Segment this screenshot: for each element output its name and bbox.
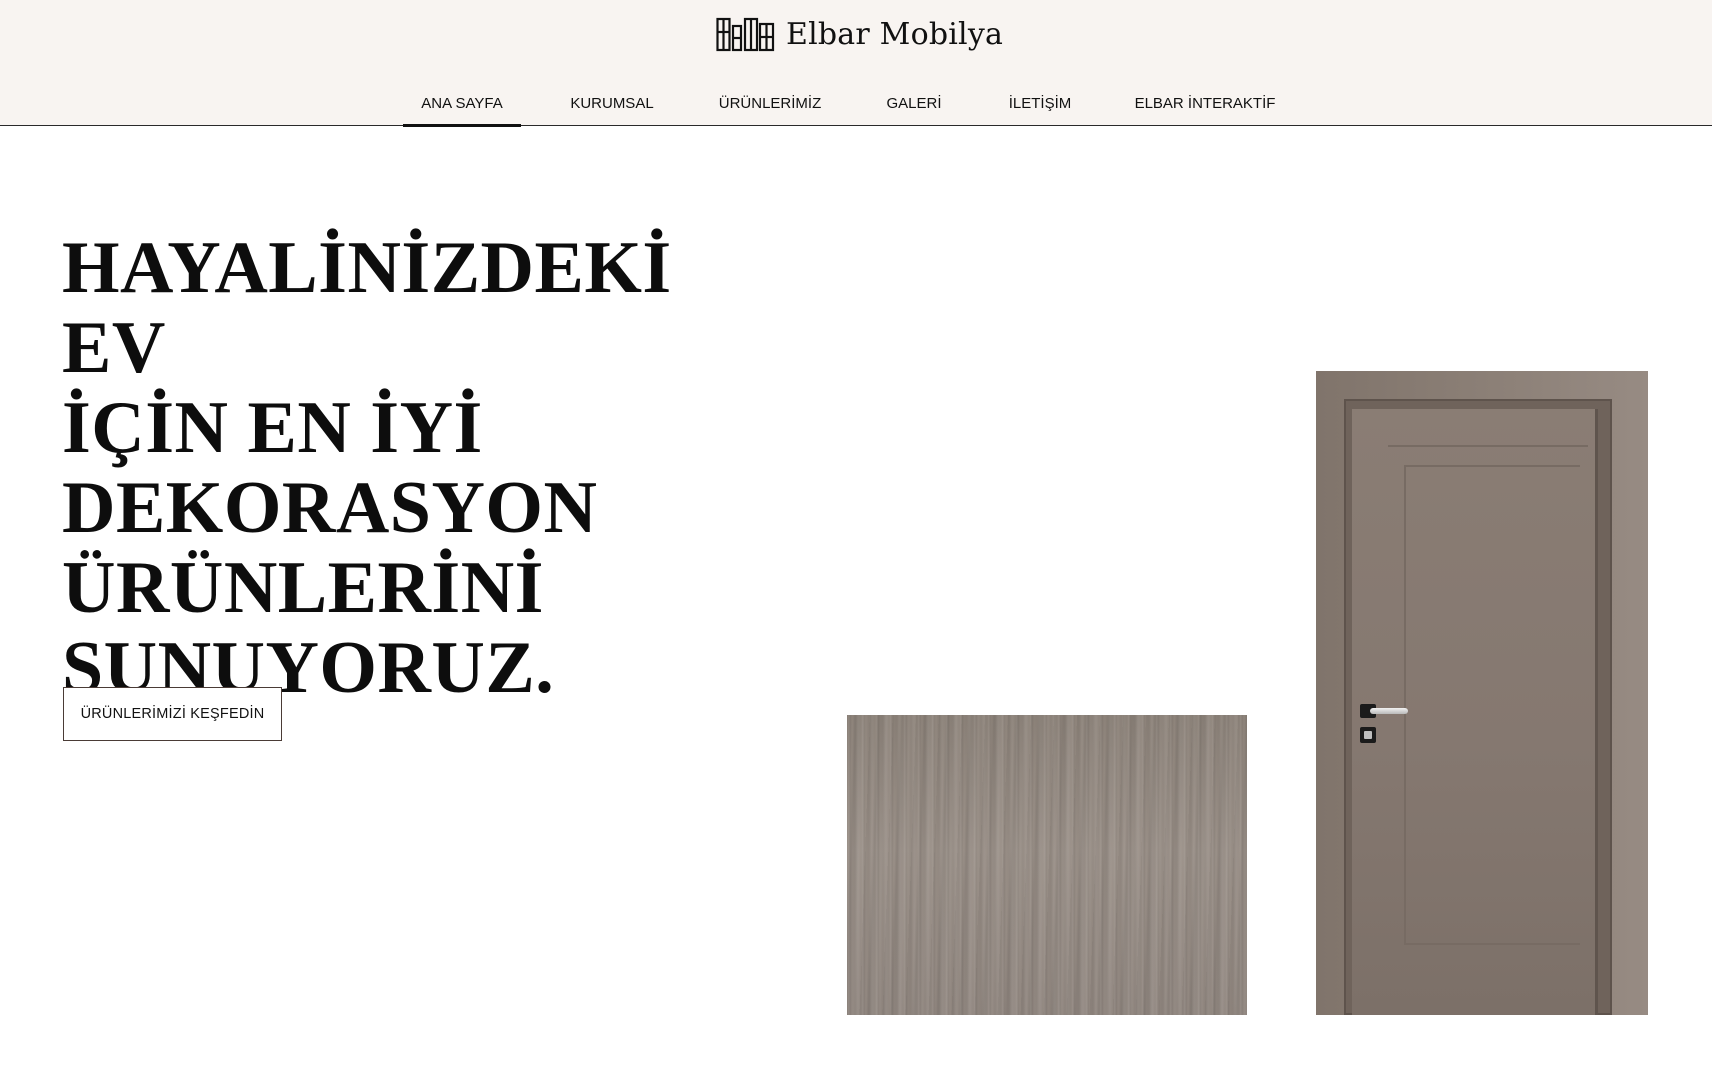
site-header: Elbar Mobilya ANA SAYFA KURUMSAL ÜRÜNLER… xyxy=(0,0,1712,127)
nav-item-iletisim[interactable]: İLETİŞİM xyxy=(1003,84,1077,126)
door-frame xyxy=(1344,399,1612,1015)
hero-title-line: DEKORASYON xyxy=(62,467,598,549)
explore-products-button[interactable]: ÜRÜNLERİMİZİ KEŞFEDİN xyxy=(63,687,282,741)
interior-door-image xyxy=(1316,371,1648,1015)
main-nav: ANA SAYFA KURUMSAL ÜRÜNLERİMİZ GALERİ İL… xyxy=(0,84,1712,127)
nav-item-elbar-interaktif[interactable]: ELBAR İNTERAKTİF xyxy=(1132,84,1278,126)
nav-item-urunlerimiz[interactable]: ÜRÜNLERİMİZ xyxy=(712,84,828,126)
hero-title-line: ÜRÜNLERİNİ xyxy=(62,547,544,629)
hero-title: HAYALİNİZDEKİ EV İÇİN EN İYİ DEKORASYON … xyxy=(62,228,762,708)
hero-title-line: HAYALİNİZDEKİ EV xyxy=(62,227,672,389)
brand-logo[interactable]: Elbar Mobilya xyxy=(716,14,1003,54)
wood-texture-image xyxy=(847,715,1247,1015)
door-groove xyxy=(1388,445,1588,447)
nav-item-kurumsal[interactable]: KURUMSAL xyxy=(560,84,664,126)
door-lock-icon xyxy=(1360,727,1376,743)
door-leaf xyxy=(1352,409,1598,1015)
nav-item-ana-sayfa[interactable]: ANA SAYFA xyxy=(403,84,521,127)
nav-item-galeri[interactable]: GALERİ xyxy=(880,84,948,126)
hero-title-line: İÇİN EN İYİ xyxy=(62,387,483,469)
door-handle-icon xyxy=(1360,704,1408,718)
bookshelf-logo-icon xyxy=(716,17,775,52)
door-panel xyxy=(1404,465,1580,945)
brand-name: Elbar Mobilya xyxy=(786,16,1004,52)
